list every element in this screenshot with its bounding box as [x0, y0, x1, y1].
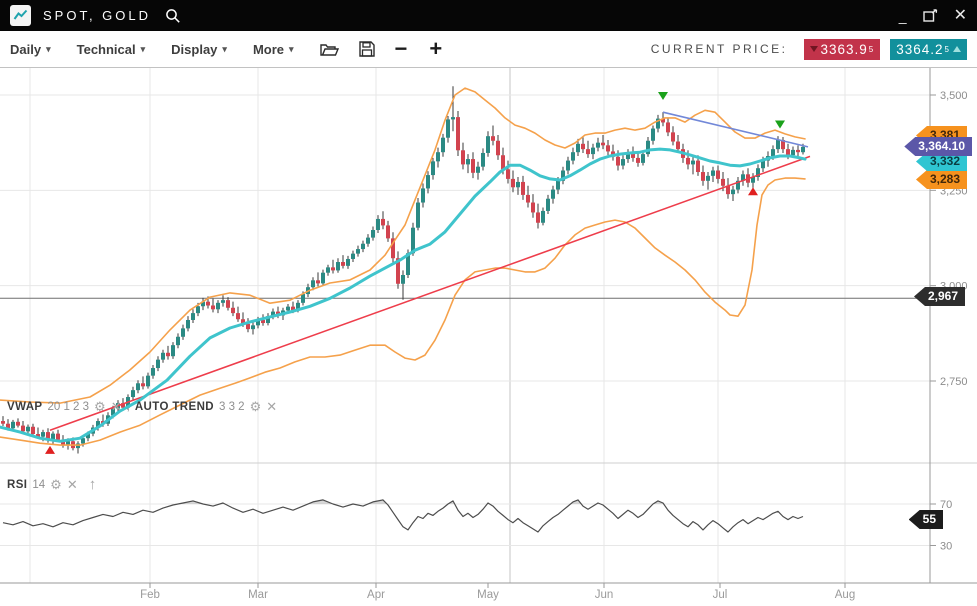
- rsi-move-up-icon[interactable]: ↑: [89, 479, 97, 491]
- svg-text:Jul: Jul: [713, 589, 728, 601]
- rsi-remove-icon[interactable]: ✕: [67, 479, 78, 491]
- svg-text:30: 30: [940, 541, 952, 553]
- chart-area: 3,5003,2503,0002,7507030FebMarAprMayJunJ…: [0, 68, 977, 606]
- autotrend-indicator-params: 3 3 2: [219, 401, 245, 413]
- vwap-indicator-params: 20 1 2 3: [47, 401, 89, 413]
- rsi-indicator-params: 14: [32, 479, 45, 491]
- ask-price-badge: 3364.25: [890, 39, 967, 60]
- bid-price-badge: 3363.95: [804, 39, 881, 60]
- current-price-label: CURRENT PRICE:: [651, 42, 788, 56]
- save-icon[interactable]: [359, 41, 375, 57]
- indicator-separator: ,: [127, 401, 130, 413]
- svg-text:May: May: [477, 589, 499, 601]
- title-bar: SPOT, GOLD _ ✕: [0, 0, 977, 31]
- search-icon[interactable]: [165, 8, 181, 24]
- close-icon[interactable]: ✕: [954, 11, 967, 21]
- chevron-down-icon: ▾: [46, 44, 51, 55]
- vwap-settings-gear-icon[interactable]: ⚙: [94, 401, 106, 413]
- vwap-indicator-name: VWAP: [7, 401, 42, 413]
- svg-text:3,500: 3,500: [940, 90, 968, 102]
- menu-daily[interactable]: Daily▾: [10, 42, 51, 57]
- svg-text:Jun: Jun: [595, 589, 614, 601]
- vwap-remove-icon[interactable]: ✕: [111, 401, 122, 413]
- popout-window-button[interactable]: [923, 9, 938, 22]
- svg-text:Feb: Feb: [140, 589, 160, 601]
- menu-display[interactable]: Display▾: [171, 42, 227, 57]
- zoom-out-button[interactable]: −: [395, 39, 408, 59]
- instrument-title: SPOT, GOLD: [43, 8, 151, 23]
- chevron-down-icon: ▾: [289, 44, 294, 55]
- rsi-settings-gear-icon[interactable]: ⚙: [50, 479, 62, 491]
- menu-more[interactable]: More▾: [253, 42, 294, 57]
- zoom-in-button[interactable]: +: [429, 39, 442, 59]
- price-up-arrow-icon: [953, 46, 961, 52]
- minimize-button[interactable]: _: [899, 11, 907, 21]
- rsi-indicator-name: RSI: [7, 479, 27, 491]
- overlay-indicator-labels: VWAP 20 1 2 3 ⚙ ✕ , AUTO TREND 3 3 2 ⚙ ✕: [7, 401, 277, 413]
- open-folder-icon[interactable]: [320, 42, 339, 57]
- autotrend-indicator-name: AUTO TREND: [135, 401, 214, 413]
- chevron-down-icon: ▾: [141, 44, 146, 55]
- chevron-down-icon: ▾: [222, 44, 227, 55]
- svg-text:Mar: Mar: [248, 589, 268, 601]
- app-logo-icon: [10, 5, 31, 26]
- price-down-arrow-icon: [810, 46, 818, 52]
- svg-text:Aug: Aug: [835, 589, 855, 601]
- svg-text:2,750: 2,750: [940, 376, 968, 388]
- trendline-price-tag: 3,364.10: [904, 137, 972, 156]
- rsi-indicator-labels: RSI 14 ⚙ ✕ ↑: [7, 479, 96, 491]
- toolbar: Daily▾ Technical▾ Display▾ More▾ − + CUR…: [0, 31, 977, 68]
- autotrend-settings-gear-icon[interactable]: ⚙: [250, 401, 262, 413]
- menu-technical[interactable]: Technical▾: [77, 42, 146, 57]
- price-chart-canvas[interactable]: 3,5003,2503,0002,7507030FebMarAprMayJunJ…: [0, 68, 977, 606]
- svg-text:Apr: Apr: [367, 589, 385, 601]
- autotrend-remove-icon[interactable]: ✕: [266, 401, 277, 413]
- svg-text:70: 70: [940, 499, 952, 511]
